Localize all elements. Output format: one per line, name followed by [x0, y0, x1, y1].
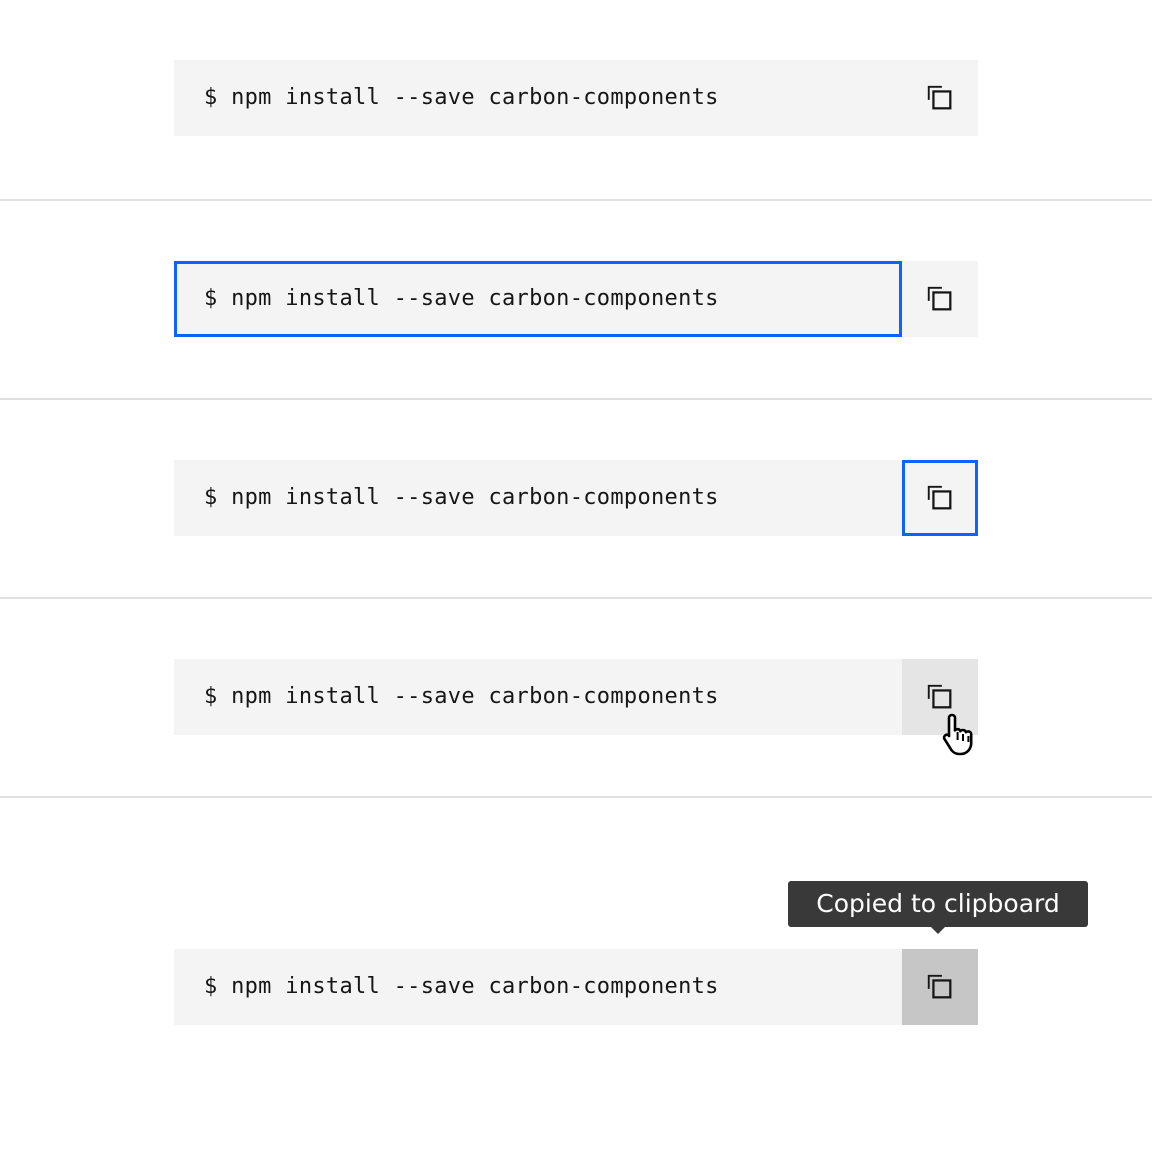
code-snippet-button-hover: $ npm install --save carbon-components: [174, 659, 978, 735]
pointer-hand-icon: [942, 713, 973, 756]
code-snippet-default: $ npm install --save carbon-components: [174, 60, 978, 136]
copy-icon: [927, 485, 952, 510]
tooltip-caret: [930, 926, 946, 934]
code-snippet-button-active: $ npm install --save carbon-components: [174, 949, 978, 1025]
copy-button[interactable]: [902, 60, 978, 136]
code-text[interactable]: $ npm install --save carbon-components: [204, 261, 719, 337]
code-snippet-button-focus: $ npm install --save carbon-components: [174, 460, 978, 536]
divider: [0, 398, 1152, 400]
divider: [0, 796, 1152, 798]
divider: [0, 199, 1152, 201]
copy-icon: [927, 85, 952, 110]
copied-tooltip: Copied to clipboard: [788, 881, 1088, 927]
code-text[interactable]: $ npm install --save carbon-components: [204, 60, 719, 136]
copy-button[interactable]: [902, 949, 978, 1025]
code-text[interactable]: $ npm install --save carbon-components: [204, 949, 719, 1025]
code-snippet-code-focus: $ npm install --save carbon-components: [174, 261, 978, 337]
copy-icon: [927, 684, 952, 709]
copy-button[interactable]: [902, 261, 978, 337]
copy-icon: [927, 974, 952, 999]
copy-button[interactable]: [902, 460, 978, 536]
copy-icon: [927, 286, 952, 311]
divider: [0, 597, 1152, 599]
code-text[interactable]: $ npm install --save carbon-components: [204, 460, 719, 536]
code-text[interactable]: $ npm install --save carbon-components: [204, 659, 719, 735]
